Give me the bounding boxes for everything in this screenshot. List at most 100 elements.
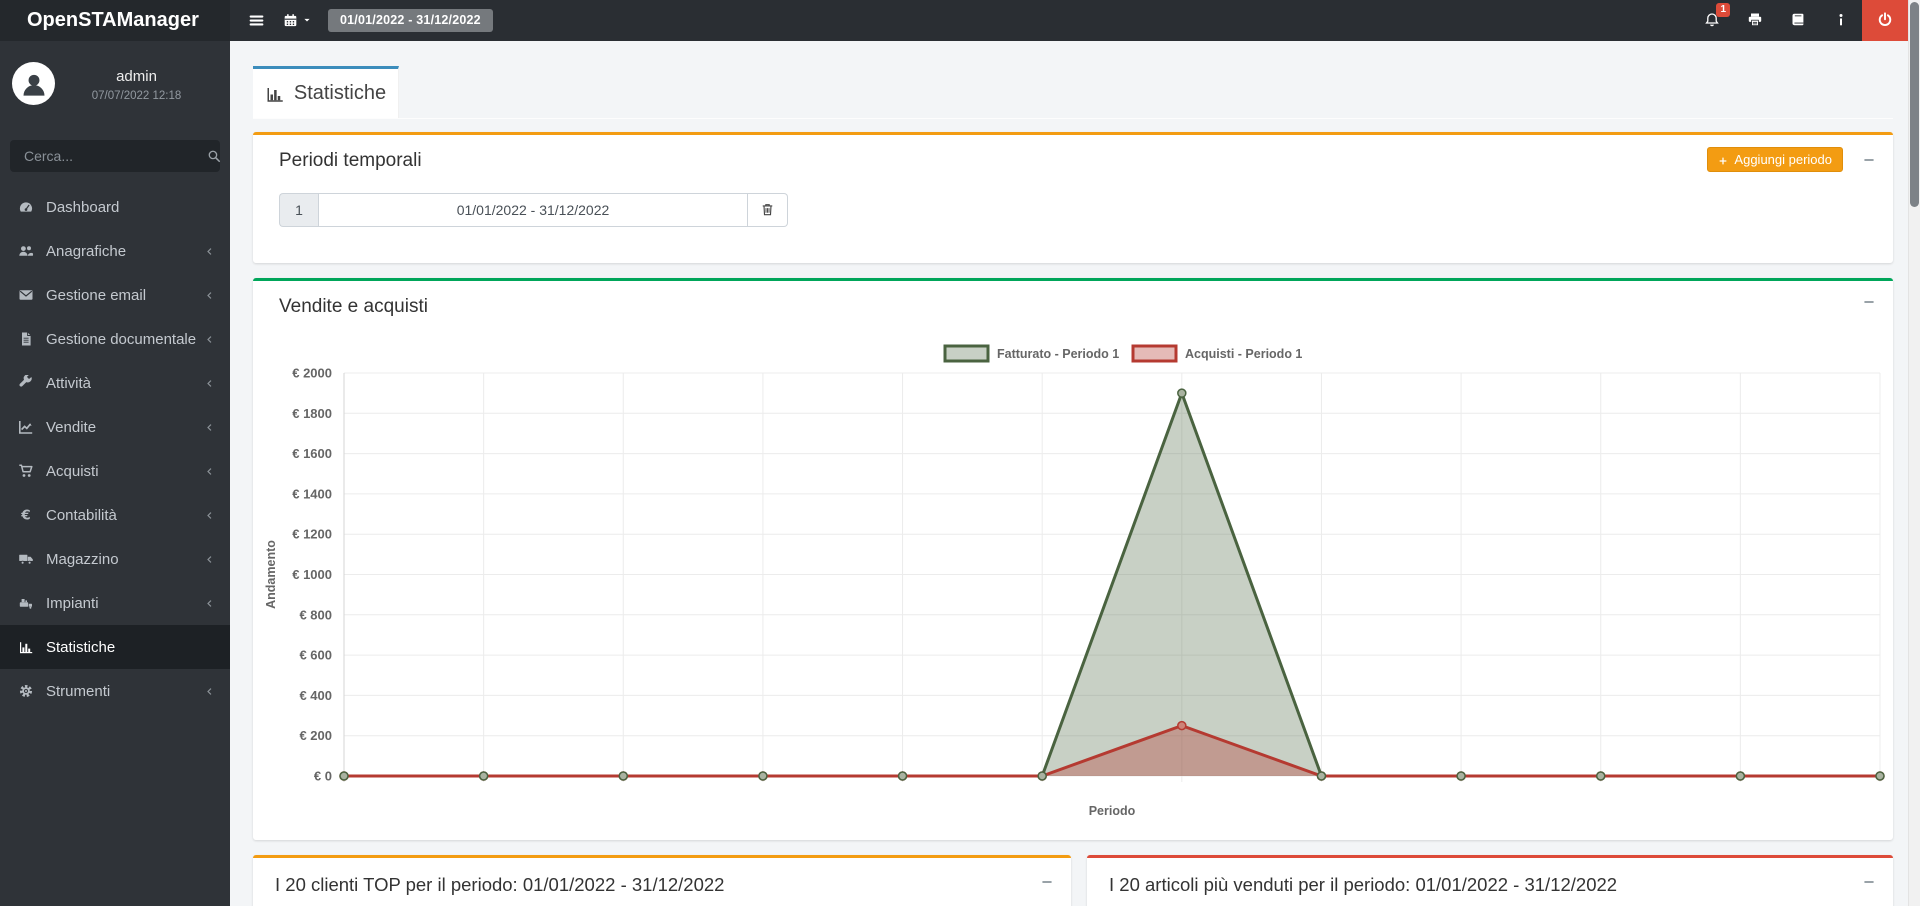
svg-text:€: € bbox=[20, 507, 30, 523]
envelope-icon bbox=[18, 287, 44, 303]
sidebar-item-gestione-documentale[interactable]: Gestione documentale bbox=[0, 317, 230, 361]
panel-title: Periodi temporali bbox=[279, 150, 422, 172]
chevron-left-icon bbox=[203, 377, 216, 390]
chevron-left-icon bbox=[203, 597, 216, 610]
panel-periodi-temporali: Periodi temporali Aggiungi periodo 1 bbox=[253, 132, 1893, 263]
user-panel: admin 07/07/2022 12:18 bbox=[0, 41, 230, 126]
sidebar-item-dashboard[interactable]: Dashboard bbox=[0, 185, 230, 229]
trash-icon bbox=[760, 201, 775, 219]
svg-text:Fatturato - Periodo 1: Fatturato - Periodo 1 bbox=[997, 347, 1119, 361]
period-index: 1 bbox=[279, 193, 318, 227]
top-navbar: OpenSTAManager 01/01/2022 - 31/12/2022 1 bbox=[0, 0, 1920, 41]
info-button[interactable] bbox=[1819, 0, 1862, 41]
tab-statistiche[interactable]: Statistiche bbox=[253, 66, 399, 118]
minus-icon bbox=[1040, 874, 1054, 889]
avatar bbox=[12, 62, 55, 105]
search-input[interactable] bbox=[22, 147, 207, 165]
sidebar-item-contabilita[interactable]: €Contabilità bbox=[0, 493, 230, 537]
period-picker-button[interactable] bbox=[283, 0, 312, 41]
chevron-left-icon bbox=[203, 333, 216, 346]
collapse-button[interactable] bbox=[1862, 294, 1876, 309]
svg-text:€ 400: € 400 bbox=[299, 688, 332, 703]
minus-icon bbox=[1862, 152, 1876, 167]
svg-text:€ 1000: € 1000 bbox=[292, 567, 332, 582]
minus-icon bbox=[1862, 874, 1876, 889]
svg-text:€ 200: € 200 bbox=[299, 728, 332, 743]
sidebar-item-impianti[interactable]: Impianti bbox=[0, 581, 230, 625]
sales-purchases-chart: € 0€ 200€ 400€ 600€ 800€ 1000€ 1200€ 140… bbox=[253, 329, 1893, 834]
sidebar: admin 07/07/2022 12:18 DashboardAnagrafi… bbox=[0, 41, 230, 906]
wrench-icon bbox=[18, 375, 44, 391]
chevron-left-icon bbox=[203, 245, 216, 258]
cart-icon bbox=[18, 463, 44, 479]
gauge-icon bbox=[18, 199, 44, 215]
euro-icon: € bbox=[18, 507, 44, 523]
svg-text:Periodo: Periodo bbox=[1089, 804, 1136, 818]
chevron-left-icon bbox=[203, 509, 216, 522]
scrollbar-thumb[interactable] bbox=[1910, 2, 1919, 207]
period-daterange-input[interactable] bbox=[318, 193, 748, 227]
svg-text:Andamento: Andamento bbox=[264, 540, 278, 609]
print-button[interactable] bbox=[1733, 0, 1776, 41]
notification-count-badge: 1 bbox=[1716, 3, 1730, 17]
gear-icon bbox=[18, 683, 44, 699]
main-content: Statistiche Periodi temporali Aggiungi p… bbox=[230, 41, 1908, 906]
sidebar-item-attivita[interactable]: Attività bbox=[0, 361, 230, 405]
svg-text:€ 1200: € 1200 bbox=[292, 527, 332, 542]
user-name: admin bbox=[55, 68, 218, 85]
sidebar-item-gestione-email[interactable]: Gestione email bbox=[0, 273, 230, 317]
chevron-left-icon bbox=[203, 289, 216, 302]
caret-down-icon bbox=[302, 12, 312, 30]
sidebar-item-statistiche[interactable]: Statistiche bbox=[0, 625, 230, 669]
svg-text:€ 2000: € 2000 bbox=[292, 366, 332, 381]
users-icon bbox=[18, 243, 44, 259]
sidebar-item-magazzino[interactable]: Magazzino bbox=[0, 537, 230, 581]
openstamanager-app: OpenSTAManager 01/01/2022 - 31/12/2022 1… bbox=[0, 0, 1920, 906]
svg-text:€ 800: € 800 bbox=[299, 607, 332, 622]
delete-period-button[interactable] bbox=[748, 193, 788, 227]
user-icon bbox=[19, 69, 49, 99]
file-icon bbox=[18, 331, 44, 347]
add-period-button[interactable]: Aggiungi periodo bbox=[1707, 147, 1843, 172]
power-icon bbox=[1877, 12, 1893, 30]
truck-icon bbox=[18, 551, 44, 567]
svg-text:Acquisti - Periodo 1: Acquisti - Periodo 1 bbox=[1185, 347, 1302, 361]
panel-articoli-piu-venduti: I 20 articoli più venduti per il periodo… bbox=[1087, 855, 1893, 906]
panel-vendite-acquisti: Vendite e acquisti € 0 € 200 € 400 € 600 € 8… bbox=[253, 278, 1893, 840]
panel-title: I 20 clienti TOP per il periodo: 01/01/2… bbox=[275, 874, 724, 896]
tab-strip: Statistiche bbox=[253, 66, 1893, 119]
plus-icon bbox=[1718, 152, 1728, 167]
bar-chart-icon bbox=[265, 82, 285, 105]
login-datetime: 07/07/2022 12:18 bbox=[55, 90, 218, 102]
svg-text:€ 600: € 600 bbox=[299, 648, 332, 663]
logout-button[interactable] bbox=[1862, 0, 1908, 41]
sidebar-item-vendite[interactable]: Vendite bbox=[0, 405, 230, 449]
svg-text:€ 0: € 0 bbox=[314, 769, 332, 784]
sidebar-item-anagrafiche[interactable]: Anagrafiche bbox=[0, 229, 230, 273]
print-icon bbox=[1747, 12, 1763, 30]
collapse-button[interactable] bbox=[1040, 874, 1054, 889]
collapse-button[interactable] bbox=[1862, 874, 1876, 889]
hamburger-icon bbox=[248, 12, 265, 30]
info-icon bbox=[1833, 12, 1849, 30]
chevron-left-icon bbox=[203, 685, 216, 698]
collapse-button[interactable] bbox=[1862, 152, 1876, 167]
sidebar-toggle-button[interactable] bbox=[241, 0, 271, 41]
calendar-icon bbox=[283, 12, 298, 30]
sidebar-menu: DashboardAnagraficheGestione emailGestio… bbox=[0, 185, 230, 713]
sidebar-item-acquisti[interactable]: Acquisti bbox=[0, 449, 230, 493]
minus-icon bbox=[1862, 294, 1876, 309]
bell-button[interactable]: 1 bbox=[1690, 0, 1733, 41]
sidebar-item-strumenti[interactable]: Strumenti bbox=[0, 669, 230, 713]
chevron-left-icon bbox=[203, 553, 216, 566]
chart-line-icon bbox=[18, 419, 44, 435]
active-date-range-badge[interactable]: 01/01/2022 - 31/12/2022 bbox=[328, 9, 493, 32]
panel-top-clienti: I 20 clienti TOP per il periodo: 01/01/2… bbox=[253, 855, 1071, 906]
bar-chart-icon bbox=[18, 639, 44, 655]
panel-title: Vendite e acquisti bbox=[279, 296, 428, 318]
svg-text:€ 1600: € 1600 bbox=[292, 446, 332, 461]
machine-icon bbox=[18, 595, 44, 611]
search-icon[interactable] bbox=[207, 147, 221, 165]
book-button[interactable] bbox=[1776, 0, 1819, 41]
app-brand: OpenSTAManager bbox=[0, 0, 230, 41]
